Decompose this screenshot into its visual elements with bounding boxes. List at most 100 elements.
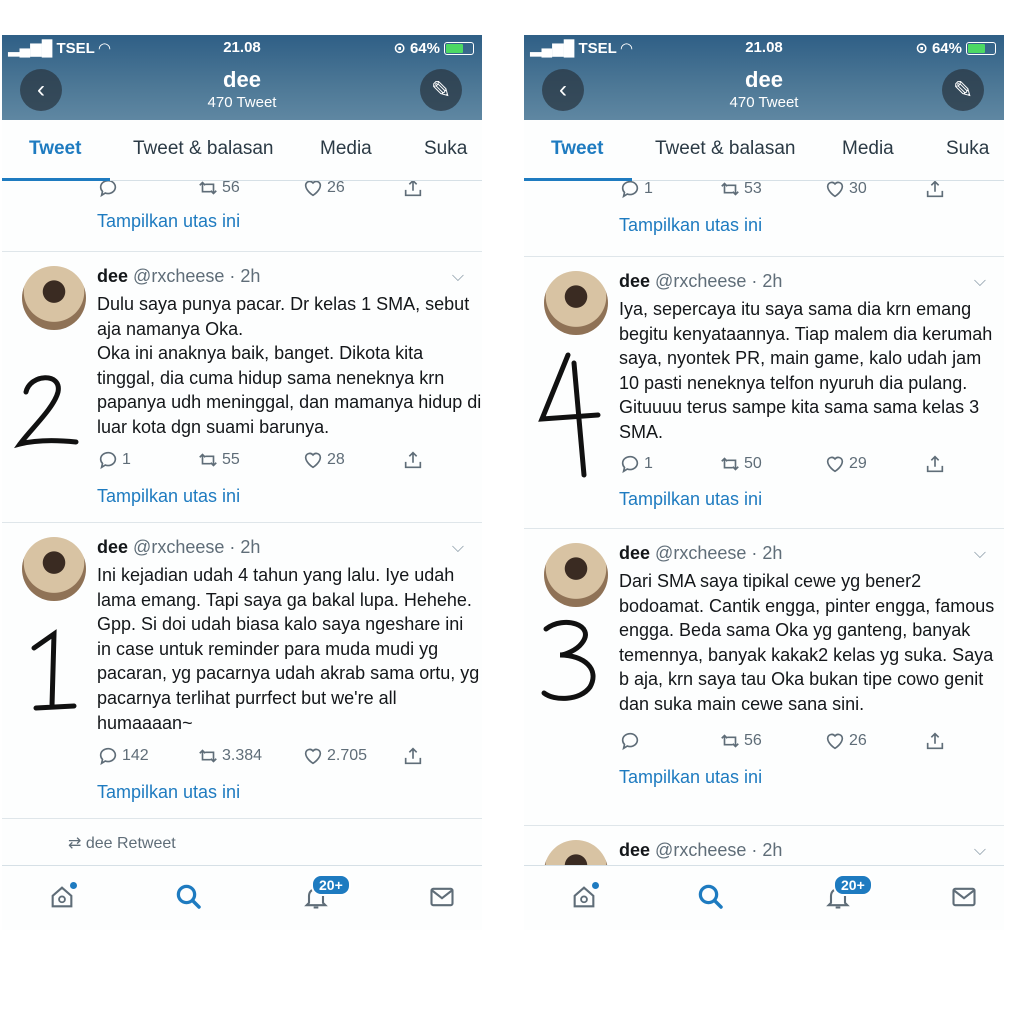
reply-button[interactable]: 1 <box>619 453 653 475</box>
nav-notifications[interactable]: 20+ <box>299 874 351 914</box>
chevron-down-icon[interactable]: ⌵ <box>974 842 986 860</box>
avatar[interactable] <box>544 271 608 335</box>
share-button[interactable] <box>402 449 424 471</box>
avatar[interactable] <box>544 543 608 607</box>
retweet-button[interactable]: 55 <box>197 449 240 471</box>
reply-button[interactable]: 142 <box>97 745 149 767</box>
like-button[interactable]: 26 <box>302 181 345 199</box>
status-bar: ▂▄▆█ TSEL ◠ 21.08 ⊙ 64% <box>524 38 1004 58</box>
retweet-icon <box>199 749 217 763</box>
tweet-header: dee @rxcheese · 2h <box>619 271 782 292</box>
tweet-header: dee @rxcheese · 2h <box>97 266 260 287</box>
nav-search[interactable] <box>172 880 206 914</box>
nav-home[interactable] <box>45 880 79 914</box>
share-button[interactable] <box>924 730 946 752</box>
profile-name: dee <box>223 67 261 92</box>
like-button[interactable]: 2.705 <box>302 745 367 767</box>
tab-media[interactable]: Media <box>320 138 372 160</box>
status-bar: ▂▄▆█ TSEL ◠ 21.08 ⊙ 64% <box>2 38 482 58</box>
tweet-handle: @rxcheese · 2h <box>655 271 783 291</box>
profile-header: ▂▄▆█ TSEL ◠ 21.08 ⊙ 64% ‹ dee 470 Tweet … <box>2 35 482 120</box>
chevron-down-icon[interactable]: ⌵ <box>974 273 986 291</box>
chevron-down-icon[interactable]: ⌵ <box>452 268 464 286</box>
profile-tabs: Tweet Tweet & balasan Media Suka <box>2 120 482 181</box>
tweet-header: dee @rxcheese · 2h <box>619 543 782 564</box>
tweet-card[interactable]: dee @rxcheese · 2h ⌵ Iya, sepercaya itu … <box>524 256 1004 528</box>
show-thread-link[interactable]: Tampilkan utas ini <box>619 215 762 236</box>
nav-search[interactable] <box>694 880 728 914</box>
reply-icon <box>621 181 639 199</box>
tweet-author: dee <box>97 266 129 286</box>
show-thread-link[interactable]: Tampilkan utas ini <box>97 782 240 803</box>
share-button[interactable] <box>924 181 946 200</box>
battery-indicator: ⊙ 64% <box>393 39 474 57</box>
compose-tweet-button[interactable]: ✎ <box>420 69 462 111</box>
reply-button[interactable] <box>619 730 644 752</box>
profile-name: dee <box>745 67 783 92</box>
tweet-author: dee <box>619 271 651 291</box>
tweet-author: dee <box>97 537 129 557</box>
retweet-button[interactable]: 56 <box>719 730 762 752</box>
retweet-button[interactable]: 53 <box>719 181 762 200</box>
tab-likes[interactable]: Suka <box>424 138 467 160</box>
tweet-card[interactable]: ⇄ dee Retweet <box>2 818 482 866</box>
tweet-feed[interactable]: 1 53 30 Tampilkan utas ini dee @rxcheese… <box>524 181 1004 866</box>
like-button[interactable]: 28 <box>302 449 345 471</box>
avatar[interactable] <box>22 266 86 330</box>
reply-icon <box>99 181 117 198</box>
compose-tweet-button[interactable]: ✎ <box>942 69 984 111</box>
chevron-down-icon[interactable]: ⌵ <box>974 545 986 563</box>
reply-button[interactable]: 1 <box>619 181 653 200</box>
heart-icon <box>304 181 322 197</box>
chevron-down-icon[interactable]: ⌵ <box>452 539 464 557</box>
tweet-text: Ini kejadian udah 4 tahun yang lalu. Iye… <box>97 565 480 733</box>
tab-tweet[interactable]: Tweet <box>551 138 603 160</box>
search-icon <box>176 884 201 909</box>
show-thread-link[interactable]: Tampilkan utas ini <box>97 486 240 507</box>
new-content-dot <box>592 882 599 889</box>
tab-media[interactable]: Media <box>842 138 894 160</box>
show-thread-link[interactable]: Tampilkan utas ini <box>619 489 762 510</box>
reply-button[interactable]: 1 <box>97 449 131 471</box>
tab-tweet[interactable]: Tweet <box>29 138 81 160</box>
tab-tweet-replies[interactable]: Tweet & balasan <box>133 138 273 160</box>
nav-messages[interactable] <box>425 880 459 914</box>
avatar[interactable] <box>22 537 86 601</box>
reply-button[interactable] <box>97 181 122 199</box>
retweet-button[interactable]: 56 <box>197 181 240 199</box>
show-thread-link[interactable]: Tampilkan utas ini <box>619 767 762 788</box>
handwritten-number <box>14 375 79 449</box>
heart-icon <box>826 733 844 750</box>
mail-icon <box>952 887 976 907</box>
tweet-card[interactable]: dee @rxcheese · 2h ⌵ Dulu saya punya pac… <box>2 251 482 522</box>
like-button[interactable]: 30 <box>824 181 867 200</box>
like-button[interactable]: 29 <box>824 453 867 475</box>
like-button[interactable]: 26 <box>824 730 867 752</box>
share-icon <box>926 732 944 750</box>
profile-header: ▂▄▆█ TSEL ◠ 21.08 ⊙ 64% ‹ dee 470 Tweet … <box>524 35 1004 120</box>
reply-icon <box>621 732 639 751</box>
retweet-button[interactable]: 3.384 <box>197 745 262 767</box>
share-button[interactable] <box>402 181 424 199</box>
profile-tabs: Tweet Tweet & balasan Media Suka <box>524 120 1004 181</box>
avatar[interactable] <box>544 840 608 866</box>
nav-messages[interactable] <box>947 880 981 914</box>
nav-notifications[interactable]: 20+ <box>821 874 873 914</box>
nav-home[interactable] <box>567 880 601 914</box>
tweet-count: 470 Tweet <box>729 94 799 111</box>
tweet-card[interactable]: dee @rxcheese · 2h ⌵ Dari SMA saya tipik… <box>524 528 1004 825</box>
share-button[interactable] <box>402 745 424 767</box>
retweet-button[interactable]: 50 <box>719 453 762 475</box>
show-thread-link[interactable]: Tampilkan utas ini <box>97 211 240 232</box>
tweet-card[interactable]: dee @rxcheese · 2h ⌵ Ini kejadian udah 4… <box>2 522 482 818</box>
tweet-handle: @rxcheese · 2h <box>133 537 261 557</box>
notification-badge: 20+ <box>311 874 351 896</box>
tweet-handle: @rxcheese · 2h <box>655 543 783 563</box>
share-button[interactable] <box>924 453 946 475</box>
tweet-feed[interactable]: 56 26 Tampilkan utas ini dee @rxcheese ·… <box>2 181 482 866</box>
tab-likes[interactable]: Suka <box>946 138 989 160</box>
tab-tweet-replies[interactable]: Tweet & balasan <box>655 138 795 160</box>
lock-rotation-icon: ⊙ <box>393 40 406 57</box>
tweet-card[interactable]: dee @rxcheese · 2h ⌵ <box>524 825 1004 866</box>
battery-icon <box>444 41 474 55</box>
